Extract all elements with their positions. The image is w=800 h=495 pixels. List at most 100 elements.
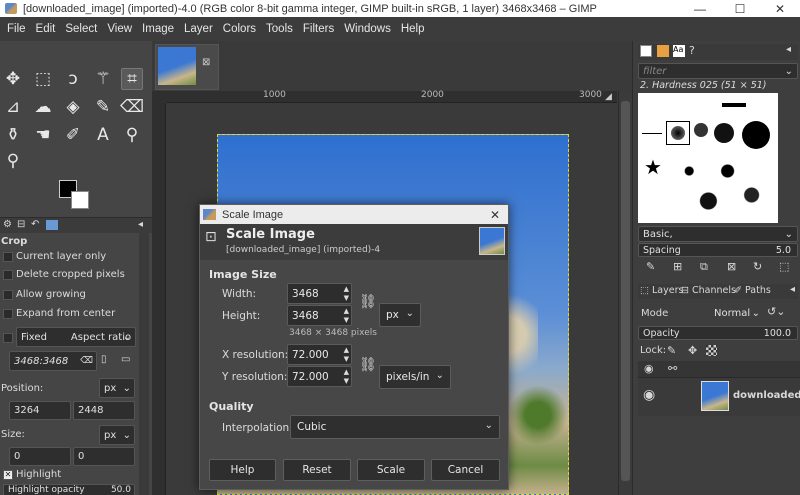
chain-link-icon[interactable]: ⛓: [359, 294, 377, 310]
lock-pixels-icon[interactable]: ✎: [667, 344, 676, 357]
brush-grid[interactable]: ★: [638, 93, 778, 223]
lasso-tool-icon[interactable]: ↄ: [62, 68, 84, 90]
menu-layer[interactable]: Layer: [179, 23, 218, 35]
menu-select[interactable]: Select: [60, 23, 102, 35]
aspect-ratio-input[interactable]: 3468:3468 ⌫: [9, 351, 97, 371]
position-unit-select[interactable]: px ⌄: [99, 378, 135, 398]
star-brush[interactable]: ★: [644, 155, 662, 179]
duplicate-brush-icon[interactable]: ⧉: [700, 260, 708, 274]
xres-input[interactable]: 72.000 ▲ ▼: [287, 344, 352, 365]
menu-filters[interactable]: Filters: [298, 23, 339, 35]
document-history-tab-icon[interactable]: ?: [689, 44, 695, 57]
new-brush-icon[interactable]: ⊞: [673, 260, 682, 273]
rect-select-tool-icon[interactable]: ⬚: [32, 68, 54, 90]
landscape-icon[interactable]: ▭: [121, 354, 130, 365]
brushes-tab-icon[interactable]: [640, 45, 652, 57]
size-h-input[interactable]: 0: [73, 447, 135, 466]
layer-row[interactable]: ◉ downloaded_i: [638, 378, 800, 416]
reset-button[interactable]: Reset: [283, 459, 351, 481]
lock-position-icon[interactable]: ✥: [688, 344, 697, 357]
block-brush[interactable]: [722, 103, 746, 107]
layer-mode-combo[interactable]: Normal ⌄: [680, 304, 762, 322]
maximize-button[interactable]: ☐: [720, 2, 760, 16]
fixed-mode-combo[interactable]: Fixed Aspect ratio ⌄: [16, 327, 136, 347]
images-tab-icon[interactable]: [46, 220, 58, 230]
menu-help[interactable]: Help: [396, 23, 430, 35]
spinner-icon[interactable]: ▲ ▼: [344, 368, 349, 386]
image-tab[interactable]: ⊠: [155, 44, 219, 90]
position-y-input[interactable]: 2448: [73, 401, 135, 420]
close-tab-icon[interactable]: ⊠: [202, 57, 210, 68]
mode-switch-icon[interactable]: ↺⌄: [767, 305, 785, 318]
edit-brush-icon[interactable]: ✎: [646, 260, 655, 273]
allow-growing-checkbox[interactable]: [3, 290, 13, 300]
position-x-input[interactable]: 3264: [9, 401, 71, 420]
horizontal-ruler[interactable]: 1000 2000 3000: [167, 90, 617, 103]
channels-tab[interactable]: ⊟ Channels: [681, 285, 736, 296]
lock-alpha-icon[interactable]: [706, 345, 717, 356]
vertical-ruler[interactable]: [152, 103, 166, 495]
brush-preset-combo[interactable]: Basic, ⌄: [638, 226, 798, 242]
help-button[interactable]: Help: [209, 459, 276, 481]
cancel-button[interactable]: Cancel: [431, 459, 500, 481]
texture-brushes[interactable]: [670, 153, 766, 213]
delete-cropped-checkbox[interactable]: [3, 270, 13, 280]
close-window-button[interactable]: ✕: [760, 2, 800, 16]
panel-menu-icon[interactable]: ◂: [786, 44, 791, 55]
tool-options-tab-icon[interactable]: ⚙: [3, 219, 12, 230]
transform-tool-icon[interactable]: ⊿: [2, 96, 24, 118]
resolution-unit-select[interactable]: pixels/in ⌄: [379, 365, 451, 389]
move-tool-icon[interactable]: ✥: [2, 68, 24, 90]
clear-icon[interactable]: ⌫: [80, 356, 93, 366]
paths-tab[interactable]: ✐ Paths: [734, 285, 771, 296]
chain-link-icon[interactable]: ⛓: [359, 357, 377, 373]
hardness-brush[interactable]: [671, 126, 685, 140]
yres-input[interactable]: 72.000 ▲ ▼: [287, 366, 352, 387]
scale-button[interactable]: Scale: [357, 459, 425, 481]
navigate-icon[interactable]: ◢: [605, 92, 612, 102]
spinner-icon[interactable]: ▲ ▼: [344, 346, 349, 364]
zoom-tool-icon[interactable]: ⚲: [2, 150, 24, 172]
round-brush-3[interactable]: [742, 121, 770, 149]
text-tool-icon[interactable]: A: [92, 124, 114, 146]
canvas-vertical-scrollbar[interactable]: [618, 91, 632, 495]
size-unit-select[interactable]: px ⌄: [379, 303, 421, 327]
warp-tool-icon[interactable]: ☁: [32, 96, 54, 118]
patterns-tab-icon[interactable]: [657, 45, 669, 57]
brush-tabs[interactable]: Aa ? ◂: [638, 44, 798, 60]
color-picker-tool-icon[interactable]: ⚲: [121, 124, 143, 146]
line-brush[interactable]: [642, 133, 662, 134]
undo-history-tab-icon[interactable]: ↶: [31, 219, 39, 230]
height-input[interactable]: 3468 ▲ ▼: [287, 305, 352, 326]
fixed-checkbox[interactable]: [3, 333, 13, 343]
menu-file[interactable]: File: [2, 23, 31, 35]
open-as-image-icon[interactable]: ⬚: [779, 260, 789, 273]
background-color-swatch[interactable]: [71, 191, 89, 209]
menu-windows[interactable]: Windows: [339, 23, 396, 35]
scroll-thumb[interactable]: [621, 101, 630, 481]
smudge-tool-icon[interactable]: ☚: [32, 124, 54, 146]
panel-menu-icon[interactable]: ◂: [138, 219, 143, 230]
menu-edit[interactable]: Edit: [31, 23, 61, 35]
spinner-icon[interactable]: ▲ ▼: [344, 285, 349, 303]
portrait-icon[interactable]: ▯: [101, 354, 107, 365]
dialog-close-button[interactable]: ✕: [490, 208, 500, 222]
fonts-tab-icon[interactable]: Aa: [673, 45, 685, 57]
round-brush-1[interactable]: [694, 123, 708, 137]
width-input[interactable]: 3468 ▲ ▼: [287, 283, 352, 304]
expand-from-center-checkbox[interactable]: [3, 309, 13, 319]
spacing-slider[interactable]: Spacing 5.0: [638, 243, 798, 257]
current-layer-only-checkbox[interactable]: [3, 252, 13, 262]
opacity-slider[interactable]: Opacity 100.0: [638, 326, 798, 340]
tool-options-tabs[interactable]: ⚙ ⊟ ↶ ◂: [0, 217, 152, 233]
crop-tool-icon[interactable]: ⌗: [121, 68, 143, 90]
paths-tool-icon[interactable]: ✐: [62, 124, 84, 146]
clone-tool-icon[interactable]: ⚱: [2, 124, 24, 146]
spinner-icon[interactable]: ▲ ▼: [344, 307, 349, 325]
size-w-input[interactable]: 0: [9, 447, 71, 466]
highlight-opacity-slider[interactable]: Highlight opacity 50.0: [3, 484, 135, 495]
eye-icon[interactable]: ◉: [643, 387, 655, 403]
round-brush-2[interactable]: [714, 123, 734, 143]
highlight-checkbox[interactable]: ✕: [3, 470, 13, 480]
minimize-button[interactable]: —: [680, 2, 720, 16]
